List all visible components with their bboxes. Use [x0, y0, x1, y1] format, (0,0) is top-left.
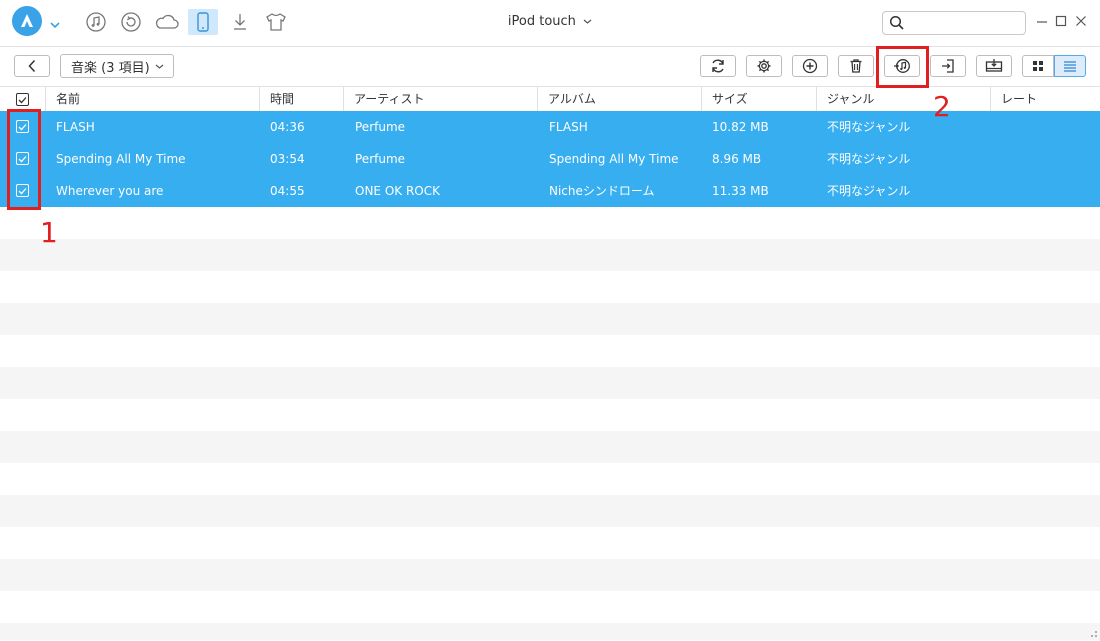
table-row[interactable]: Spending All My Time 03:54 Perfume Spend… [0, 143, 1100, 175]
song-name: Spending All My Time [56, 152, 186, 166]
refresh-icon [712, 59, 724, 73]
song-size: 10.82 MB [712, 120, 769, 134]
highlight-box-send-button [876, 46, 929, 88]
category-dropdown[interactable]: 音楽 (3 項目) [60, 54, 174, 78]
song-rate [1001, 175, 1096, 207]
tshirt-icon[interactable] [263, 9, 289, 35]
song-album: Spending All My Time [549, 152, 679, 166]
minimize-icon [1037, 21, 1047, 23]
annotation-marker-1: 1 [40, 216, 58, 249]
maximize-icon [1055, 15, 1067, 27]
phone-icon[interactable] [188, 9, 218, 35]
song-artist: Perfume [355, 120, 406, 134]
column-header-rate[interactable]: レート [991, 87, 1100, 112]
search-input[interactable] [909, 14, 1023, 32]
column-header-genre[interactable]: ジャンル [817, 87, 991, 112]
empty-row [0, 463, 1100, 495]
device-title: iPod touch [507, 14, 576, 29]
search-icon [889, 15, 904, 30]
refresh-button[interactable] [700, 55, 736, 77]
close-icon [1076, 16, 1086, 26]
empty-row [0, 591, 1100, 623]
song-album: Nicheシンドローム [549, 184, 655, 198]
export-to-device-button[interactable] [976, 55, 1012, 77]
song-name: FLASH [56, 120, 95, 134]
column-header-size[interactable]: サイズ [702, 87, 817, 112]
settings-button[interactable] [746, 55, 782, 77]
category-label: 音楽 (3 項目) [71, 60, 150, 76]
chevron-down-icon [155, 64, 164, 69]
app-logo-icon[interactable] [12, 6, 42, 36]
resize-grip-icon[interactable] [1086, 626, 1098, 641]
download-icon[interactable] [227, 9, 253, 35]
column-header-name[interactable]: 名前 [46, 87, 260, 112]
back-button[interactable] [14, 55, 50, 77]
cloud-icon[interactable] [154, 9, 180, 35]
empty-row [0, 623, 1100, 640]
empty-row [0, 303, 1100, 335]
table-row[interactable]: Wherever you are 04:55 ONE OK ROCK Niche… [0, 175, 1100, 207]
song-artist: Perfume [355, 152, 406, 166]
song-album: FLASH [549, 120, 588, 134]
empty-row [0, 335, 1100, 367]
close-button[interactable] [1073, 12, 1089, 30]
song-time: 04:55 [270, 184, 305, 198]
song-genre: 不明なジャンル [827, 152, 911, 166]
song-artist: ONE OK ROCK [355, 184, 440, 198]
plus-circle-icon [802, 58, 818, 74]
column-header-artist[interactable]: アーティスト [344, 87, 538, 112]
empty-row [0, 367, 1100, 399]
search-box[interactable] [882, 11, 1026, 35]
list-view-button[interactable] [1054, 55, 1086, 77]
empty-row [0, 239, 1100, 271]
song-time: 04:36 [270, 120, 305, 134]
add-button[interactable] [792, 55, 828, 77]
app-menu-chevron-icon[interactable] [50, 18, 60, 32]
select-all-checkbox[interactable] [16, 93, 29, 106]
annotation-marker-2: 2 [933, 90, 951, 123]
song-size: 8.96 MB [712, 152, 762, 166]
grid-icon [1033, 61, 1043, 71]
export-icon [942, 59, 954, 73]
song-rate [1001, 111, 1096, 143]
empty-row [0, 495, 1100, 527]
restore-icon[interactable] [118, 9, 144, 35]
list-icon [1064, 61, 1076, 72]
song-genre: 不明なジャンル [827, 120, 911, 134]
gear-icon [757, 59, 771, 73]
device-export-icon [985, 59, 1003, 72]
empty-row [0, 559, 1100, 591]
song-name: Wherever you are [56, 184, 164, 198]
empty-row [0, 431, 1100, 463]
device-selector[interactable]: iPod touch [470, 14, 630, 29]
delete-button[interactable] [838, 55, 874, 77]
chevron-left-icon [28, 59, 36, 73]
song-time: 03:54 [270, 152, 305, 166]
empty-row [0, 271, 1100, 303]
music-icon[interactable] [83, 9, 109, 35]
minimize-button[interactable] [1034, 12, 1050, 30]
grid-view-button[interactable] [1022, 55, 1054, 77]
trash-icon [850, 59, 862, 73]
empty-row [0, 207, 1100, 239]
maximize-button[interactable] [1053, 12, 1069, 30]
empty-row [0, 399, 1100, 431]
song-size: 11.33 MB [712, 184, 769, 198]
song-rate [1001, 143, 1096, 175]
column-header-time[interactable]: 時間 [260, 87, 344, 112]
highlight-box-checkboxes [7, 109, 41, 210]
device-chevron-down-icon [583, 19, 592, 24]
export-to-pc-button[interactable] [930, 55, 966, 77]
song-genre: 不明なジャンル [827, 184, 911, 198]
column-header-album[interactable]: アルバム [538, 87, 702, 112]
checkmark-icon [18, 96, 27, 103]
empty-row [0, 527, 1100, 559]
